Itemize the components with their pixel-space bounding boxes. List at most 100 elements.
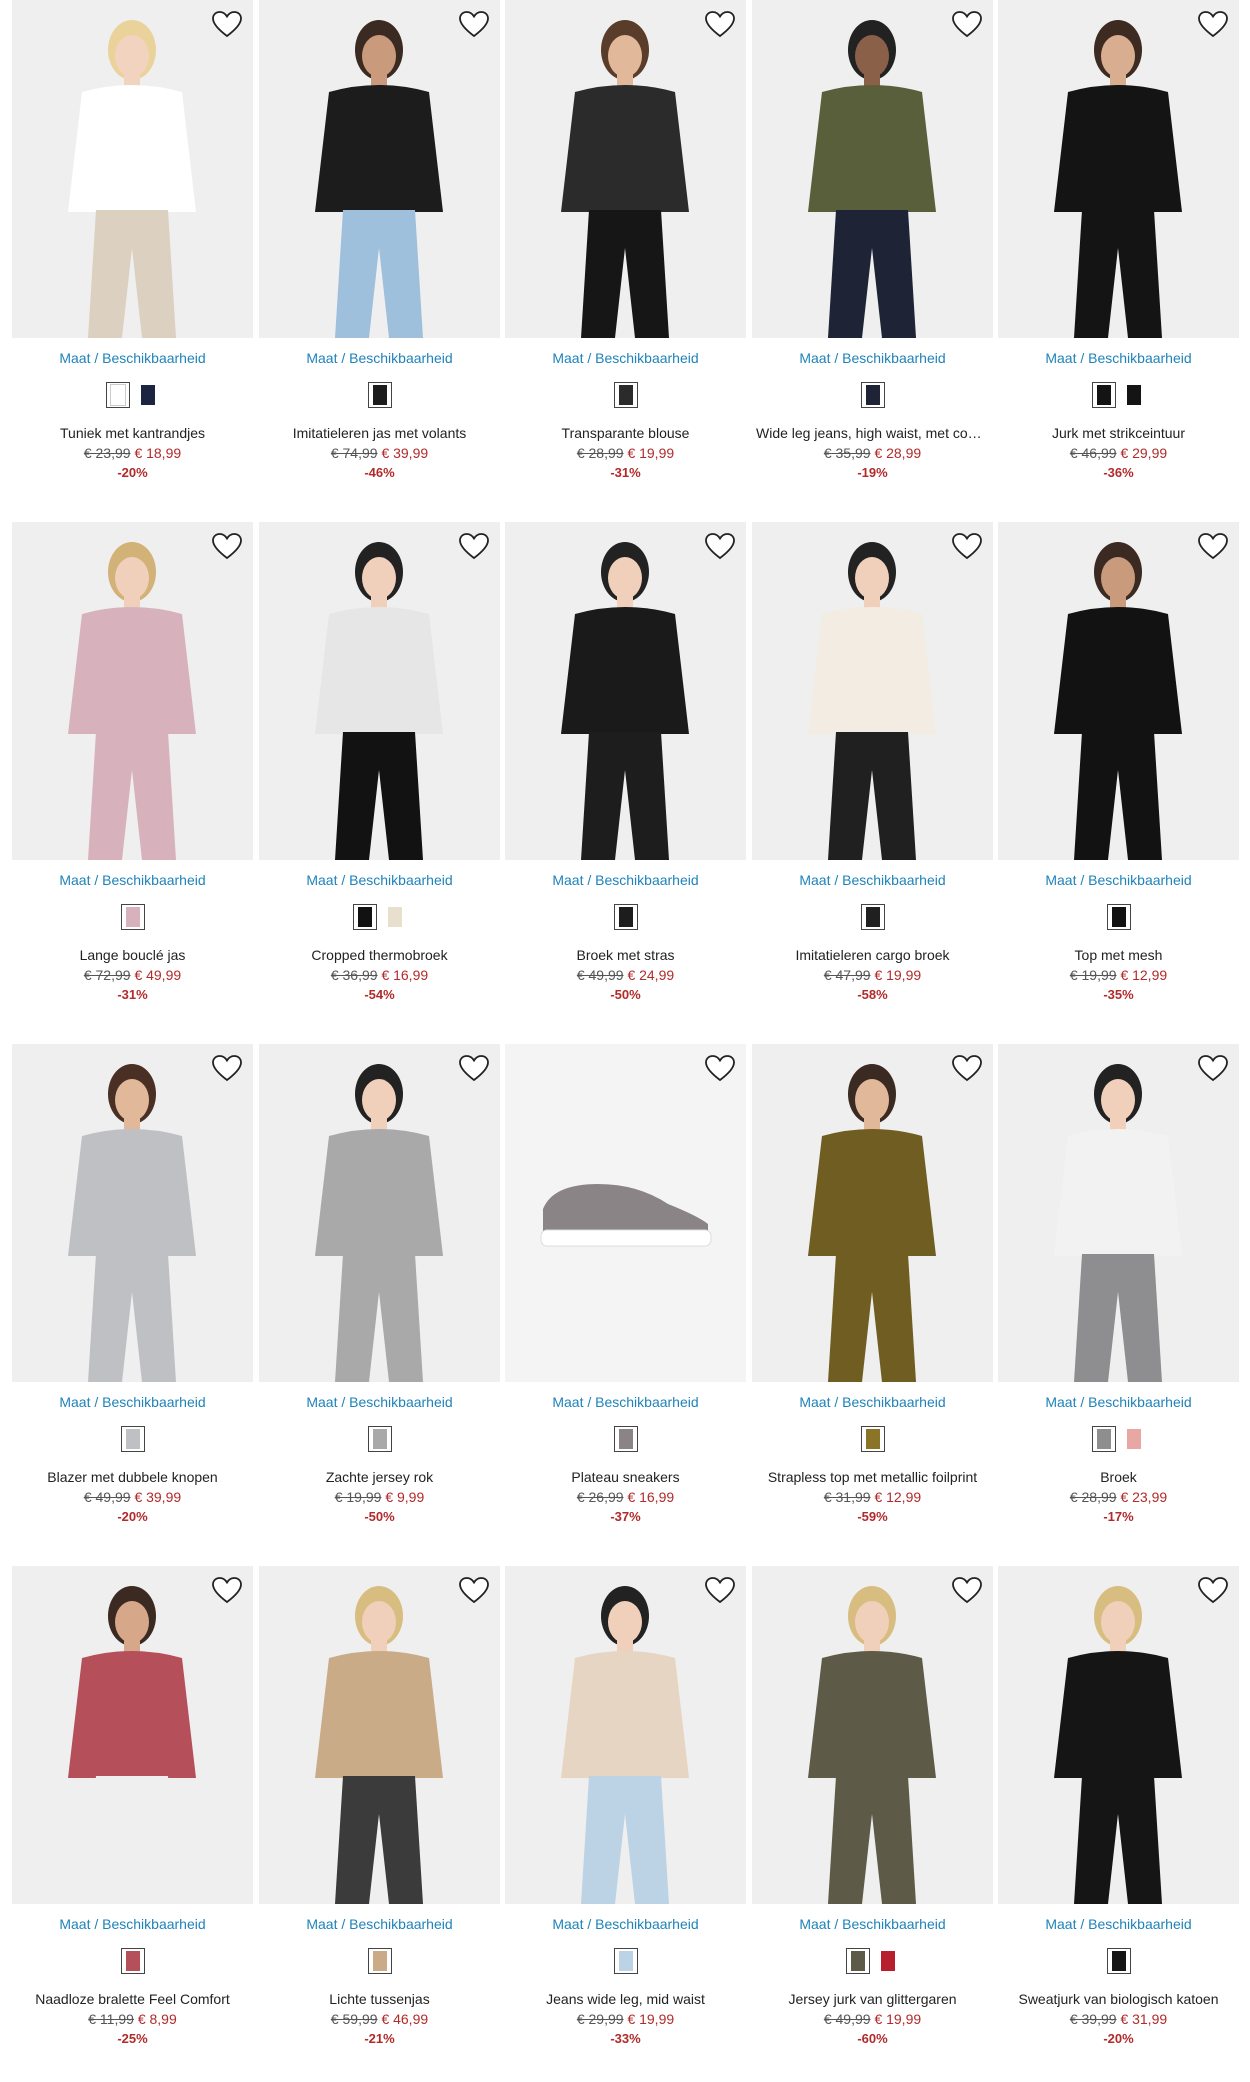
color-swatch[interactable] (367, 1426, 392, 1452)
product-name[interactable]: Tuniek met kantrandjes (16, 425, 249, 441)
product-name[interactable]: Wide leg jeans, high waist, met com… (756, 425, 989, 441)
product-name[interactable]: Lichte tussenjas (263, 1991, 496, 2007)
product-image-wrap[interactable] (12, 522, 253, 860)
size-availability-link[interactable]: Maat / Beschikbaarheid (752, 350, 993, 366)
product-image[interactable] (998, 1044, 1239, 1382)
color-swatch[interactable] (1106, 904, 1131, 930)
color-swatch[interactable] (1091, 382, 1116, 408)
color-swatch[interactable] (1106, 1948, 1131, 1974)
size-availability-link[interactable]: Maat / Beschikbaarheid (505, 1394, 746, 1410)
size-availability-link[interactable]: Maat / Beschikbaarheid (12, 1394, 253, 1410)
size-availability-link[interactable]: Maat / Beschikbaarheid (505, 350, 746, 366)
product-image[interactable] (259, 522, 500, 860)
color-swatch[interactable] (860, 1426, 885, 1452)
product-card[interactable]: Maat / Beschikbaarheid Blazer met dubbele… (12, 1044, 253, 1544)
heart-outline-icon[interactable] (704, 1576, 736, 1604)
size-availability-link[interactable]: Maat / Beschikbaarheid (12, 1916, 253, 1932)
product-image-wrap[interactable] (505, 522, 746, 860)
product-name[interactable]: Jeans wide leg, mid waist (509, 1991, 742, 2007)
color-swatch[interactable] (120, 1948, 145, 1974)
heart-outline-icon[interactable] (211, 1054, 243, 1082)
product-name[interactable]: Strapless top met metallic foilprint (756, 1469, 989, 1485)
product-image[interactable] (259, 1044, 500, 1382)
product-image[interactable] (505, 1044, 746, 1382)
product-image[interactable] (12, 1566, 253, 1904)
color-swatch[interactable] (613, 1426, 638, 1452)
size-availability-link[interactable]: Maat / Beschikbaarheid (259, 350, 500, 366)
product-image-wrap[interactable] (998, 1566, 1239, 1904)
product-image-wrap[interactable] (259, 1566, 500, 1904)
size-availability-link[interactable]: Maat / Beschikbaarheid (998, 872, 1239, 888)
product-card[interactable]: Maat / Beschikbaarheid Jeans wide leg, mi… (505, 1566, 746, 2066)
color-swatch[interactable] (1091, 1426, 1116, 1452)
heart-outline-icon[interactable] (458, 1576, 490, 1604)
product-image-wrap[interactable] (752, 0, 993, 338)
heart-outline-icon[interactable] (211, 10, 243, 38)
color-swatch[interactable] (613, 382, 638, 408)
heart-outline-icon[interactable] (211, 532, 243, 560)
size-availability-link[interactable]: Maat / Beschikbaarheid (752, 1394, 993, 1410)
product-name[interactable]: Blazer met dubbele knopen (16, 1469, 249, 1485)
product-image[interactable] (505, 522, 746, 860)
size-availability-link[interactable]: Maat / Beschikbaarheid (259, 1394, 500, 1410)
product-image[interactable] (505, 1566, 746, 1904)
product-image-wrap[interactable] (505, 1044, 746, 1382)
product-card[interactable]: Maat / Beschikbaarheid Broek € 28,99 € 23,… (998, 1044, 1239, 1544)
color-swatch[interactable] (367, 1948, 392, 1974)
product-image-wrap[interactable] (998, 1044, 1239, 1382)
product-name[interactable]: Lange bouclé jas (16, 947, 249, 963)
product-image-wrap[interactable] (998, 0, 1239, 338)
heart-outline-icon[interactable] (704, 10, 736, 38)
product-image[interactable] (12, 1044, 253, 1382)
product-name[interactable]: Sweatjurk van biologisch katoen (1002, 1991, 1235, 2007)
product-name[interactable]: Imitatieleren cargo broek (756, 947, 989, 963)
heart-outline-icon[interactable] (1197, 1054, 1229, 1082)
size-availability-link[interactable]: Maat / Beschikbaarheid (259, 872, 500, 888)
product-name[interactable]: Cropped thermobroek (263, 947, 496, 963)
product-name[interactable]: Imitatieleren jas met volants (263, 425, 496, 441)
product-image-wrap[interactable] (752, 522, 993, 860)
heart-outline-icon[interactable] (704, 1054, 736, 1082)
product-image[interactable] (998, 1566, 1239, 1904)
product-name[interactable]: Jurk met strikceintuur (1002, 425, 1235, 441)
product-image[interactable] (12, 0, 253, 338)
product-name[interactable]: Top met mesh (1002, 947, 1235, 963)
color-swatch[interactable] (120, 904, 145, 930)
product-card[interactable]: Maat / Beschikbaarheid Tuniek met kantran… (12, 0, 253, 500)
product-image-wrap[interactable] (998, 522, 1239, 860)
heart-outline-icon[interactable] (951, 1576, 983, 1604)
size-availability-link[interactable]: Maat / Beschikbaarheid (998, 350, 1239, 366)
product-image[interactable] (752, 1044, 993, 1382)
product-name[interactable]: Naadloze bralette Feel Comfort (16, 1991, 249, 2007)
color-swatch[interactable] (120, 1426, 145, 1452)
heart-outline-icon[interactable] (458, 10, 490, 38)
product-card[interactable]: Maat / Beschikbaarheid Jurk met strikcein… (998, 0, 1239, 500)
product-image[interactable] (752, 0, 993, 338)
size-availability-link[interactable]: Maat / Beschikbaarheid (998, 1394, 1239, 1410)
product-image[interactable] (259, 0, 500, 338)
heart-outline-icon[interactable] (458, 1054, 490, 1082)
product-image-wrap[interactable] (752, 1044, 993, 1382)
product-image-wrap[interactable] (12, 1566, 253, 1904)
product-image-wrap[interactable] (259, 1044, 500, 1382)
product-card[interactable]: Maat / Beschikbaarheid Plateau sneakers € … (505, 1044, 746, 1544)
product-image[interactable] (752, 522, 993, 860)
product-name[interactable]: Transparante blouse (509, 425, 742, 441)
size-availability-link[interactable]: Maat / Beschikbaarheid (505, 1916, 746, 1932)
product-name[interactable]: Broek met stras (509, 947, 742, 963)
heart-outline-icon[interactable] (951, 1054, 983, 1082)
color-swatch[interactable] (105, 382, 130, 408)
color-swatch[interactable] (1122, 1426, 1146, 1452)
color-swatch[interactable] (613, 904, 638, 930)
size-availability-link[interactable]: Maat / Beschikbaarheid (505, 872, 746, 888)
product-name[interactable]: Plateau sneakers (509, 1469, 742, 1485)
color-swatch[interactable] (876, 1948, 900, 1974)
product-card[interactable]: Maat / Beschikbaarheid Imitatieleren carg… (752, 522, 993, 1022)
product-image-wrap[interactable] (505, 0, 746, 338)
product-card[interactable]: Maat / Beschikbaarheid Sweatjurk van biol… (998, 1566, 1239, 2066)
color-swatch[interactable] (383, 904, 407, 930)
product-image[interactable] (998, 0, 1239, 338)
product-card[interactable]: Maat / Beschikbaarheid Lichte tussenjas € … (259, 1566, 500, 2066)
product-image-wrap[interactable] (12, 0, 253, 338)
heart-outline-icon[interactable] (704, 532, 736, 560)
